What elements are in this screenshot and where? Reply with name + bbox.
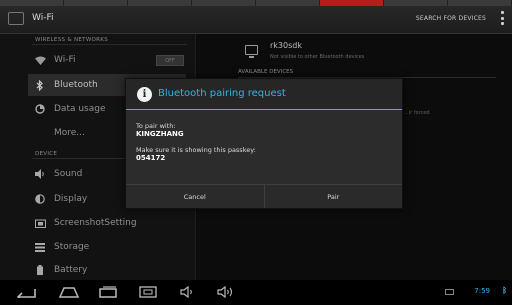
section-header-wireless: WIRELESS & NETWORKS — [32, 37, 187, 45]
screenshot-icon[interactable] — [137, 283, 159, 301]
data-usage-icon — [34, 103, 46, 115]
wifi-toggle[interactable]: OFF — [156, 55, 184, 66]
sidebar-item-label: Battery — [54, 265, 88, 275]
volume-down-icon[interactable] — [177, 283, 199, 301]
sidebar-item-storage[interactable]: Storage — [28, 236, 186, 258]
local-device-name: rk30sdk — [270, 41, 302, 50]
info-icon: i — [137, 87, 152, 102]
local-device-row[interactable]: rk30sdk Not visible to other Bluetooth d… — [233, 40, 493, 68]
dialog-buttons: Cancel Pair — [126, 184, 402, 208]
passkey-label: Make sure it is showing this passkey: — [136, 146, 256, 154]
sidebar-item-label: Display — [54, 194, 88, 204]
sound-icon — [34, 168, 46, 180]
bluetooth-icon — [34, 79, 46, 91]
battery-icon — [34, 264, 46, 276]
sidebar-item-label: Sound — [54, 169, 83, 179]
sidebar-item-label: ScreenshotSetting — [54, 218, 137, 228]
clock[interactable]: 7:59 — [474, 287, 490, 295]
sidebar-item-battery[interactable]: Battery — [28, 259, 186, 281]
sidebar-item-wifi[interactable]: Wi-Fi OFF — [28, 49, 186, 71]
screenshot-icon — [34, 217, 46, 229]
wifi-icon — [34, 54, 46, 66]
dialog-header: i Bluetooth pairing request — [126, 79, 402, 110]
device-hint-text: ...ir forced — [404, 110, 430, 116]
volume-up-icon[interactable] — [215, 283, 237, 301]
home-icon[interactable] — [58, 283, 80, 301]
cancel-button[interactable]: Cancel — [126, 185, 264, 208]
pair-with-label: To pair with: — [136, 122, 176, 130]
page-title: Wi-Fi — [32, 13, 54, 23]
remote-device-name: KINGZHANG — [136, 130, 184, 138]
title-bar: Wi-Fi SEARCH FOR DEVICES — [0, 0, 512, 34]
section-header-device: DEVICE — [31, 151, 189, 159]
sidebar-item-label: More... — [54, 128, 85, 138]
sidebar-item-label: Storage — [54, 242, 90, 252]
pair-button[interactable]: Pair — [263, 185, 402, 208]
sidebar-item-label: Data usage — [54, 104, 106, 114]
search-for-devices-button[interactable]: SEARCH FOR DEVICES — [416, 15, 486, 22]
sidebar-item-label: Bluetooth — [54, 80, 98, 90]
navigation-bar: 7:59 ᛒ — [0, 280, 512, 305]
back-icon[interactable] — [14, 283, 38, 301]
available-devices-header: AVAILABLE DEVICES — [238, 69, 497, 78]
visibility-status: Not visible to other Bluetooth devices — [270, 54, 365, 60]
overflow-menu-icon[interactable] — [501, 11, 504, 25]
passkey-value: 054172 — [136, 154, 166, 162]
top-strip — [0, 0, 512, 6]
storage-icon — [34, 241, 46, 253]
sidebar-item-label: Wi-Fi — [54, 55, 76, 65]
bluetooth-pairing-dialog: i Bluetooth pairing request To pair with… — [125, 78, 403, 209]
sidebar-item-screenshot[interactable]: ScreenshotSetting — [28, 212, 186, 234]
laptop-icon — [245, 45, 258, 58]
display-icon — [34, 193, 46, 205]
notification-icon[interactable] — [445, 289, 454, 295]
dialog-title: Bluetooth pairing request — [158, 88, 286, 99]
dialog-body: To pair with: KINGZHANG Make sure it is … — [136, 122, 394, 163]
bluetooth-status-icon[interactable]: ᛒ — [502, 286, 507, 295]
recent-apps-icon[interactable] — [97, 283, 119, 301]
settings-app-icon[interactable] — [8, 12, 24, 25]
